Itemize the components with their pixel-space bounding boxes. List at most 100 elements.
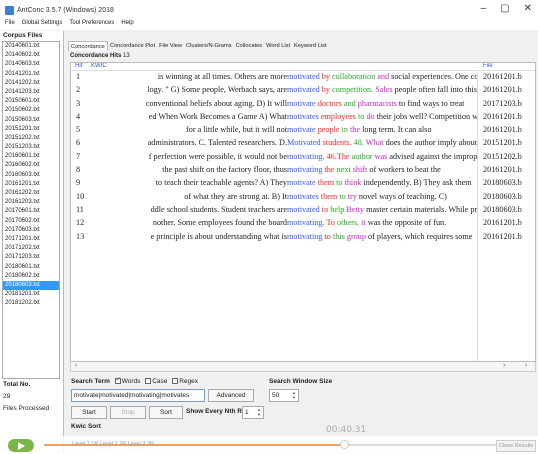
file-cell[interactable]: 20180603.b [483, 205, 522, 214]
tab-concordance-plot[interactable]: Concordance Plot [108, 41, 157, 51]
file-list-item[interactable]: 20141203.txt [3, 88, 59, 97]
horizontal-scrollbar[interactable]: ‹ › › [70, 362, 536, 372]
table-row[interactable]: 7 f perfection were possible, it would no… [71, 151, 535, 164]
table-row[interactable]: 4 ed When Work Becomes a Game A) What moti… [71, 111, 535, 124]
file-cell[interactable]: 20161201.b [483, 85, 522, 94]
regex-checkbox[interactable] [172, 378, 179, 385]
table-row[interactable]: 6 administrators. C. Talented researchers… [71, 137, 535, 150]
table-row[interactable]: 8 the past shift on the factory floor, th… [71, 164, 535, 177]
search-keyword[interactable]: motivated [287, 85, 320, 94]
file-list-item[interactable]: 20180601.txt [3, 263, 59, 272]
spinner-arrows-icon[interactable]: ▲ ▼ [292, 390, 296, 400]
file-list-item[interactable]: 20181201.txt [3, 290, 59, 299]
file-list-item[interactable]: 20161201.txt [3, 180, 59, 189]
tab-concordance[interactable]: Concordance [68, 41, 108, 51]
search-keyword[interactable]: motivating. [287, 152, 325, 161]
search-input[interactable]: motivate|motivated|motivating|motivates [71, 389, 205, 402]
file-list-item[interactable]: 20180602.txt [3, 272, 59, 281]
search-keyword[interactable]: motivates [287, 192, 319, 201]
file-cell[interactable]: 20161201.b [483, 232, 522, 241]
minimize-icon[interactable]: – [481, 3, 487, 14]
file-list-item[interactable]: 20181202.txt [3, 299, 59, 308]
table-row[interactable]: 2 logy. " G) Some people, Werbach says, a… [71, 84, 535, 97]
file-list-item[interactable]: 20161202.txt [3, 189, 59, 198]
file-list-item[interactable]: 20150602.txt [3, 106, 59, 115]
maximize-icon[interactable]: ▢ [500, 3, 509, 14]
file-list-item[interactable]: 20161203.txt [3, 198, 59, 207]
concordance-table[interactable]: Hit KWIC File 1 is winning at all times. … [70, 62, 536, 362]
col-file[interactable]: File [483, 63, 493, 69]
file-cell[interactable]: 20171203.b [483, 99, 522, 108]
file-cell[interactable]: 20180603.b [483, 178, 522, 187]
tab-clusters[interactable]: Clusters/N-Grams [184, 41, 234, 51]
table-row[interactable]: 3 conventional beliefs about aging. D) It… [71, 98, 535, 111]
start-button[interactable]: Start [71, 406, 107, 419]
file-list-item[interactable]: 20140601.txt [3, 42, 59, 51]
file-list-item[interactable]: 20171203.txt [3, 253, 59, 262]
file-cell[interactable]: 20161201.b [483, 165, 522, 174]
file-scroll-right-icon[interactable]: › [525, 362, 527, 369]
case-checkbox[interactable] [145, 378, 152, 385]
stop-button[interactable]: Stop [110, 406, 146, 419]
file-cell[interactable]: 20161201.b [483, 218, 522, 227]
table-row[interactable]: 5 for a little while, but it will not moti… [71, 124, 535, 137]
file-list-item[interactable]: 20170601.txt [3, 207, 59, 216]
file-list-item[interactable]: 20171202.txt [3, 244, 59, 253]
clone-results-button[interactable]: Clone Results [496, 440, 536, 452]
search-keyword[interactable]: motivating. [287, 218, 325, 227]
tab-keyword-list[interactable]: Keyword List [292, 41, 329, 51]
scroll-left-icon[interactable]: ‹ [75, 362, 77, 369]
file-list-item[interactable]: 20170602.txt [3, 217, 59, 226]
advanced-button[interactable]: Advanced [208, 389, 254, 402]
file-cell[interactable]: 20151202.b [483, 152, 522, 161]
corpus-file-list[interactable]: 20140601.txt 20140602.txt 20140603.txt 2014… [2, 41, 60, 379]
kwic-sort-levels[interactable]: Level 1 1R Level 2 2R Level 3 3R [72, 441, 154, 447]
file-cell[interactable]: 20180603.b [483, 192, 522, 201]
tab-collocates[interactable]: Collocates [234, 41, 265, 51]
file-list-item[interactable]: 20151203.txt [3, 143, 59, 152]
col-kwic[interactable]: KWIC [91, 63, 107, 69]
case-option[interactable]: Case [145, 378, 167, 385]
play-icon[interactable] [8, 439, 34, 452]
search-keyword[interactable]: motivate [287, 178, 316, 187]
nth-spinner-arrows-icon[interactable]: ▲ ▼ [257, 407, 261, 417]
scroll-right-icon[interactable]: › [503, 362, 505, 369]
file-list-item[interactable]: 20160602.txt [3, 161, 59, 170]
table-row[interactable]: 13 e principle is about understanding wha… [71, 231, 535, 244]
file-list-item[interactable]: 20140603.txt [3, 60, 59, 69]
file-list-item[interactable]: 20150601.txt [3, 97, 59, 106]
search-keyword[interactable]: motivated [287, 72, 320, 81]
file-list-item[interactable]: 20150603.txt [3, 116, 59, 125]
words-checkbox[interactable] [114, 376, 121, 385]
file-cell[interactable]: 20151201.b [483, 138, 522, 147]
table-row[interactable]: 9 to teach their teachable agents? A) The… [71, 177, 535, 190]
close-icon[interactable]: ✕ [524, 3, 532, 14]
search-keyword[interactable]: Motivated [287, 138, 321, 147]
menu-file[interactable]: File [5, 20, 15, 30]
video-scrubber-handle[interactable] [340, 440, 349, 449]
table-row[interactable]: 12 nother. Some employees found the board… [71, 217, 535, 230]
sort-button[interactable]: Sort [149, 406, 183, 419]
file-list-item[interactable]: 20141202.txt [3, 79, 59, 88]
search-window-spinner[interactable]: 50 ▲ ▼ [269, 389, 299, 402]
file-list-item[interactable]: 20140602.txt [3, 51, 59, 60]
menu-tool-preferences[interactable]: Tool Preferences [69, 20, 114, 30]
search-keyword[interactable]: motivates [287, 112, 319, 121]
menu-help[interactable]: Help [121, 20, 133, 30]
menu-global-settings[interactable]: Global Settings [22, 20, 63, 30]
search-keyword[interactable]: motivated [287, 205, 320, 214]
file-cell[interactable]: 20161201.b [483, 72, 522, 81]
file-list-item[interactable]: 20180603.txt [3, 280, 59, 291]
search-keyword[interactable]: motivate [287, 99, 316, 108]
file-cell[interactable]: 20161201.b [483, 112, 522, 121]
file-list-item[interactable]: 20160603.txt [3, 171, 59, 180]
nth-row-spinner[interactable]: 1 ▲ ▼ [242, 406, 264, 419]
search-keyword[interactable]: motivating [287, 165, 322, 174]
file-list-item[interactable]: 20170603.txt [3, 226, 59, 235]
file-list-item[interactable]: 20141201.txt [3, 70, 59, 79]
file-list-item[interactable]: 20151201.txt [3, 125, 59, 134]
tab-file-view[interactable]: File View [157, 41, 184, 51]
file-cell[interactable]: 20161201.b [483, 125, 522, 134]
regex-option[interactable]: Regex [172, 378, 198, 385]
table-row[interactable]: 1 is winning at all times. Others are mor… [71, 71, 535, 84]
